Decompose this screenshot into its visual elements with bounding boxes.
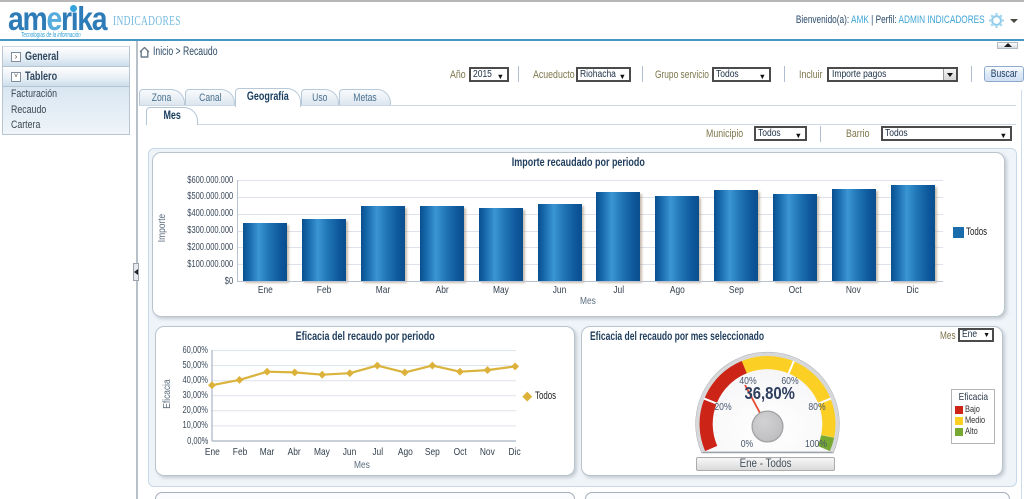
svg-text:0%: 0% [741,438,754,450]
svg-text:100%: 100% [805,438,827,450]
